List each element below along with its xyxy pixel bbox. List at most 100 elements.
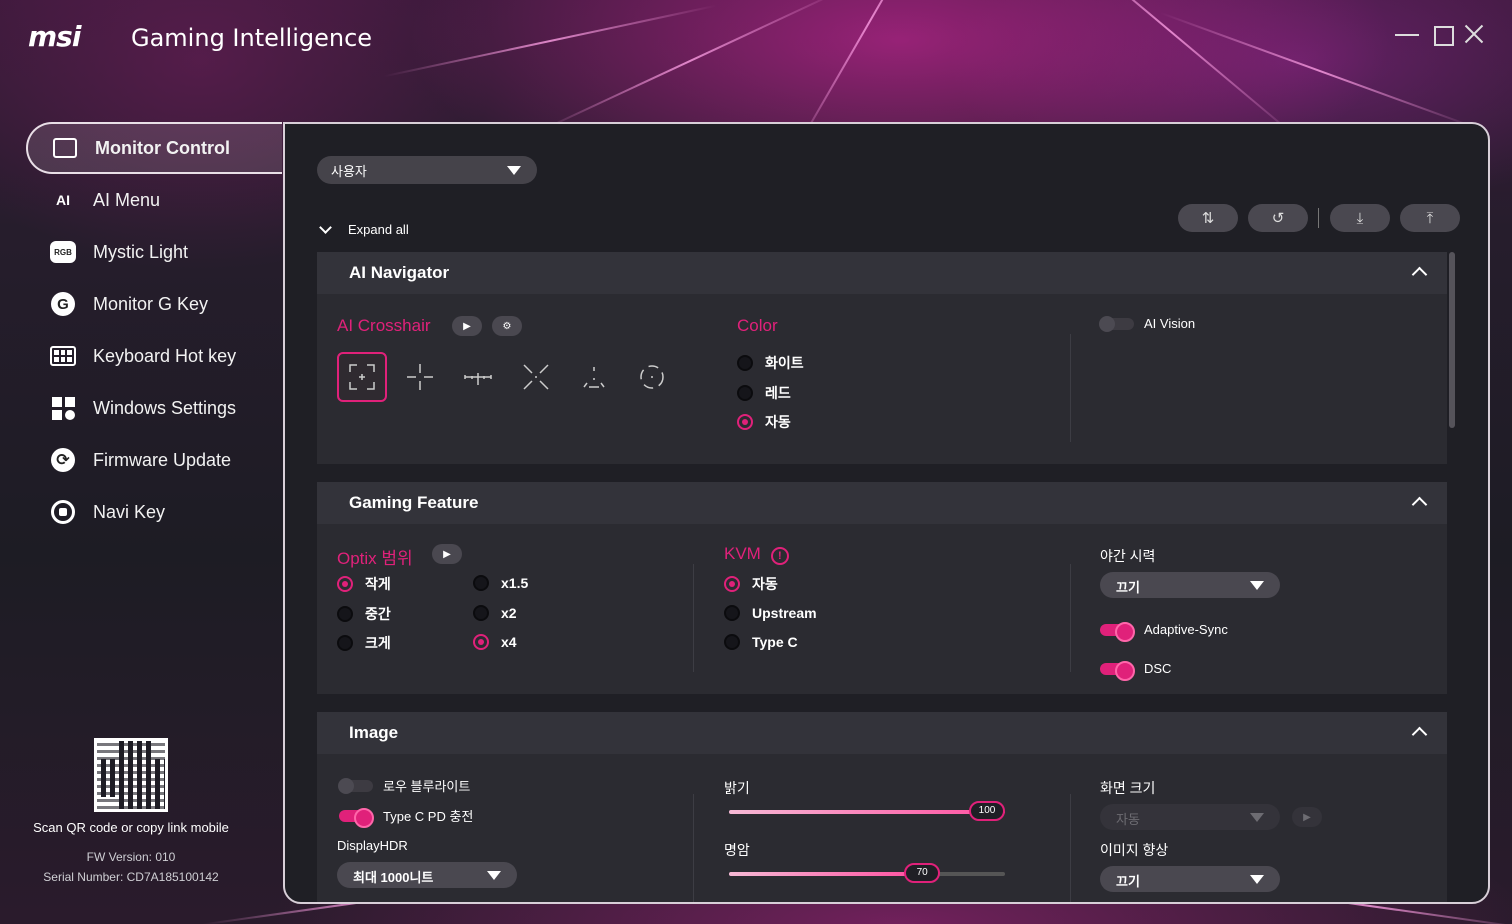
sidebar-item-keyboard-hot-key[interactable]: Keyboard Hot key xyxy=(26,330,282,382)
qr-caption: Scan QR code or copy link mobile xyxy=(33,820,229,835)
kvm-radio-upstream[interactable]: Upstream xyxy=(724,605,817,621)
firmware-update-icon: ⟳ xyxy=(50,447,76,473)
main-panel: 사용자 Expand all ⇅ ↺ ⤓ ⤒ AI Navigator AI C… xyxy=(283,122,1490,904)
sidebar-item-navi-key[interactable]: Navi Key xyxy=(26,486,282,538)
sidebar-item-label: Navi Key xyxy=(93,501,166,522)
optix-radio-x2[interactable]: x2 xyxy=(473,605,517,621)
column-divider xyxy=(1070,794,1071,902)
chevron-up-icon[interactable] xyxy=(1411,496,1428,513)
color-title: Color xyxy=(737,316,778,335)
low-blue-light-toggle[interactable]: 로우 블루라이트 xyxy=(338,776,470,795)
chevron-up-icon[interactable] xyxy=(1411,266,1428,283)
sidebar-item-label: Mystic Light xyxy=(93,241,189,262)
section-header[interactable]: Image xyxy=(317,712,1447,754)
warning-icon[interactable]: ! xyxy=(770,547,789,565)
color-radio-white[interactable]: 화이트 xyxy=(737,353,804,373)
optix-radio-x4[interactable]: x4 xyxy=(473,634,517,650)
sidebar-item-firmware-update[interactable]: ⟳ Firmware Update xyxy=(26,434,282,486)
section-header[interactable]: Gaming Feature xyxy=(317,482,1447,524)
night-vision-dropdown[interactable]: 끄기 xyxy=(1100,572,1280,598)
sidebar-item-label: Firmware Update xyxy=(93,449,232,470)
play-icon[interactable]: ▶ xyxy=(1292,807,1322,827)
optix-title: Optix 범위 xyxy=(337,549,413,568)
column-divider xyxy=(693,564,694,672)
scrollbar[interactable] xyxy=(1449,252,1455,428)
msi-logo: msi xyxy=(28,20,81,53)
screen-size-dropdown[interactable]: 자동 xyxy=(1100,804,1280,830)
column-divider xyxy=(693,794,694,902)
optix-radio-medium[interactable]: 중간 xyxy=(337,604,391,624)
crosshair-option-mil[interactable] xyxy=(453,352,503,402)
dsc-toggle[interactable]: DSC xyxy=(1100,660,1171,681)
navi-key-icon xyxy=(50,499,76,525)
g-key-icon: G xyxy=(50,291,76,317)
adaptive-sync-label: Adaptive-Sync xyxy=(1144,622,1228,637)
image-enhance-dropdown[interactable]: 끄기 xyxy=(1100,866,1280,892)
contrast-slider[interactable]: 70 xyxy=(729,863,1005,883)
app-title: Gaming Intelligence xyxy=(131,24,373,52)
section-title: AI Navigator xyxy=(349,263,450,282)
image-section: Image 로우 블루라이트 Type C PD 충전 DisplayHDR 최… xyxy=(317,712,1447,902)
sidebar-item-monitor-g-key[interactable]: G Monitor G Key xyxy=(26,278,282,330)
profile-dropdown[interactable]: 사용자 xyxy=(317,156,537,184)
chevron-down-icon xyxy=(319,220,332,234)
sidebar-item-monitor-control[interactable]: Monitor Control xyxy=(26,122,282,174)
close-icon[interactable] xyxy=(1462,22,1486,46)
adaptive-sync-toggle[interactable]: Adaptive-Sync xyxy=(1100,621,1228,642)
typec-pd-toggle[interactable]: Type C PD 충전 xyxy=(339,806,474,828)
screen-size-label: 화면 크기 xyxy=(1100,780,1156,796)
sidebar-item-windows-settings[interactable]: Windows Settings xyxy=(26,382,282,434)
play-icon[interactable]: ▶ xyxy=(452,316,482,336)
displayhdr-label: DisplayHDR xyxy=(337,838,408,853)
crosshair-option-circle[interactable] xyxy=(627,352,677,402)
typec-pd-label: Type C PD 충전 xyxy=(383,809,474,824)
crosshair-option-triangle[interactable] xyxy=(569,352,619,402)
import-icon: ⤓ xyxy=(1356,209,1364,227)
slider-knob[interactable]: 70 xyxy=(904,863,941,883)
sidebar-item-label: Monitor Control xyxy=(95,137,230,158)
title-bar: msi Gaming Intelligence xyxy=(0,0,1512,80)
reset-icon: ↺ xyxy=(1271,210,1285,227)
maximize-icon[interactable] xyxy=(1432,22,1456,46)
night-vision-label: 야간 시력 xyxy=(1100,548,1156,564)
optix-radio-large[interactable]: 크게 xyxy=(337,633,391,653)
sort-icon: ⇅ xyxy=(1201,210,1215,227)
slider-knob[interactable]: 100 xyxy=(969,801,1005,821)
optix-radio-x1-5[interactable]: x1.5 xyxy=(473,575,528,591)
sidebar: Monitor Control AI AI Menu RGB Mystic Li… xyxy=(26,122,282,538)
expand-all-button[interactable]: Expand all xyxy=(319,220,409,237)
optix-radio-small[interactable]: 작게 xyxy=(337,574,391,594)
sidebar-item-mystic-light[interactable]: RGB Mystic Light xyxy=(26,226,282,278)
ai-menu-icon: AI xyxy=(56,192,70,208)
minimize-icon[interactable] xyxy=(1395,22,1419,46)
crosshair-option-x[interactable] xyxy=(511,352,561,402)
ai-vision-label: AI Vision xyxy=(1144,316,1196,331)
qr-code[interactable] xyxy=(94,738,168,812)
brightness-slider[interactable]: 100 xyxy=(729,801,1005,821)
expand-all-label: Expand all xyxy=(348,222,409,237)
reset-button[interactable]: ↺ xyxy=(1248,204,1308,232)
sort-button[interactable]: ⇅ xyxy=(1178,204,1238,232)
import-button[interactable]: ⤓ xyxy=(1330,204,1390,232)
slider-fill xyxy=(729,810,1005,814)
displayhdr-dropdown[interactable]: 최대 1000니트 xyxy=(337,862,517,888)
color-radio-auto[interactable]: 자동 xyxy=(737,412,791,432)
section-title: Gaming Feature xyxy=(349,493,479,512)
export-button[interactable]: ⤒ xyxy=(1400,204,1460,232)
slider-fill xyxy=(729,872,923,876)
kvm-title: KVM! xyxy=(724,544,789,565)
color-radio-red[interactable]: 레드 xyxy=(737,383,791,403)
crosshair-option-bracket[interactable] xyxy=(337,352,387,402)
section-header[interactable]: AI Navigator xyxy=(317,252,1447,294)
chevron-up-icon[interactable] xyxy=(1411,726,1428,743)
kvm-radio-typec[interactable]: Type C xyxy=(724,634,798,650)
play-icon[interactable]: ▶ xyxy=(432,544,462,564)
gear-icon[interactable]: ⚙ xyxy=(492,316,522,336)
column-divider xyxy=(1070,564,1071,672)
kvm-radio-auto[interactable]: 자동 xyxy=(724,574,778,594)
ai-vision-toggle[interactable]: AI Vision xyxy=(1099,315,1196,332)
sidebar-item-label: Keyboard Hot key xyxy=(93,345,237,366)
sidebar-item-ai-menu[interactable]: AI AI Menu xyxy=(26,174,282,226)
ai-navigator-section: AI Navigator AI Crosshair ▶ ⚙ Color 화이트 … xyxy=(317,252,1447,464)
crosshair-option-cross[interactable] xyxy=(395,352,445,402)
